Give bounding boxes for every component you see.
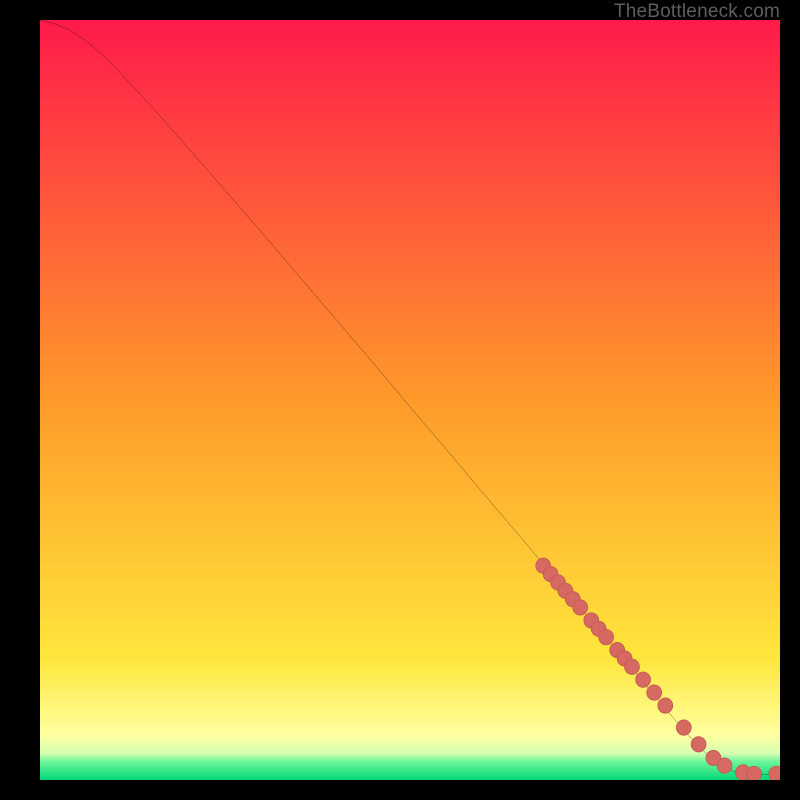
gradient-background — [40, 20, 780, 780]
data-marker — [625, 659, 640, 674]
data-marker — [658, 698, 673, 713]
chart-plot-area — [40, 20, 780, 780]
data-marker — [691, 737, 706, 752]
data-marker — [647, 685, 662, 700]
chart-svg — [40, 20, 780, 780]
data-marker — [676, 720, 691, 735]
data-marker — [747, 766, 762, 780]
data-marker — [717, 758, 732, 773]
data-marker — [573, 600, 588, 615]
data-marker — [636, 672, 651, 687]
chart-frame: TheBottleneck.com — [0, 0, 800, 800]
data-marker — [599, 630, 614, 645]
